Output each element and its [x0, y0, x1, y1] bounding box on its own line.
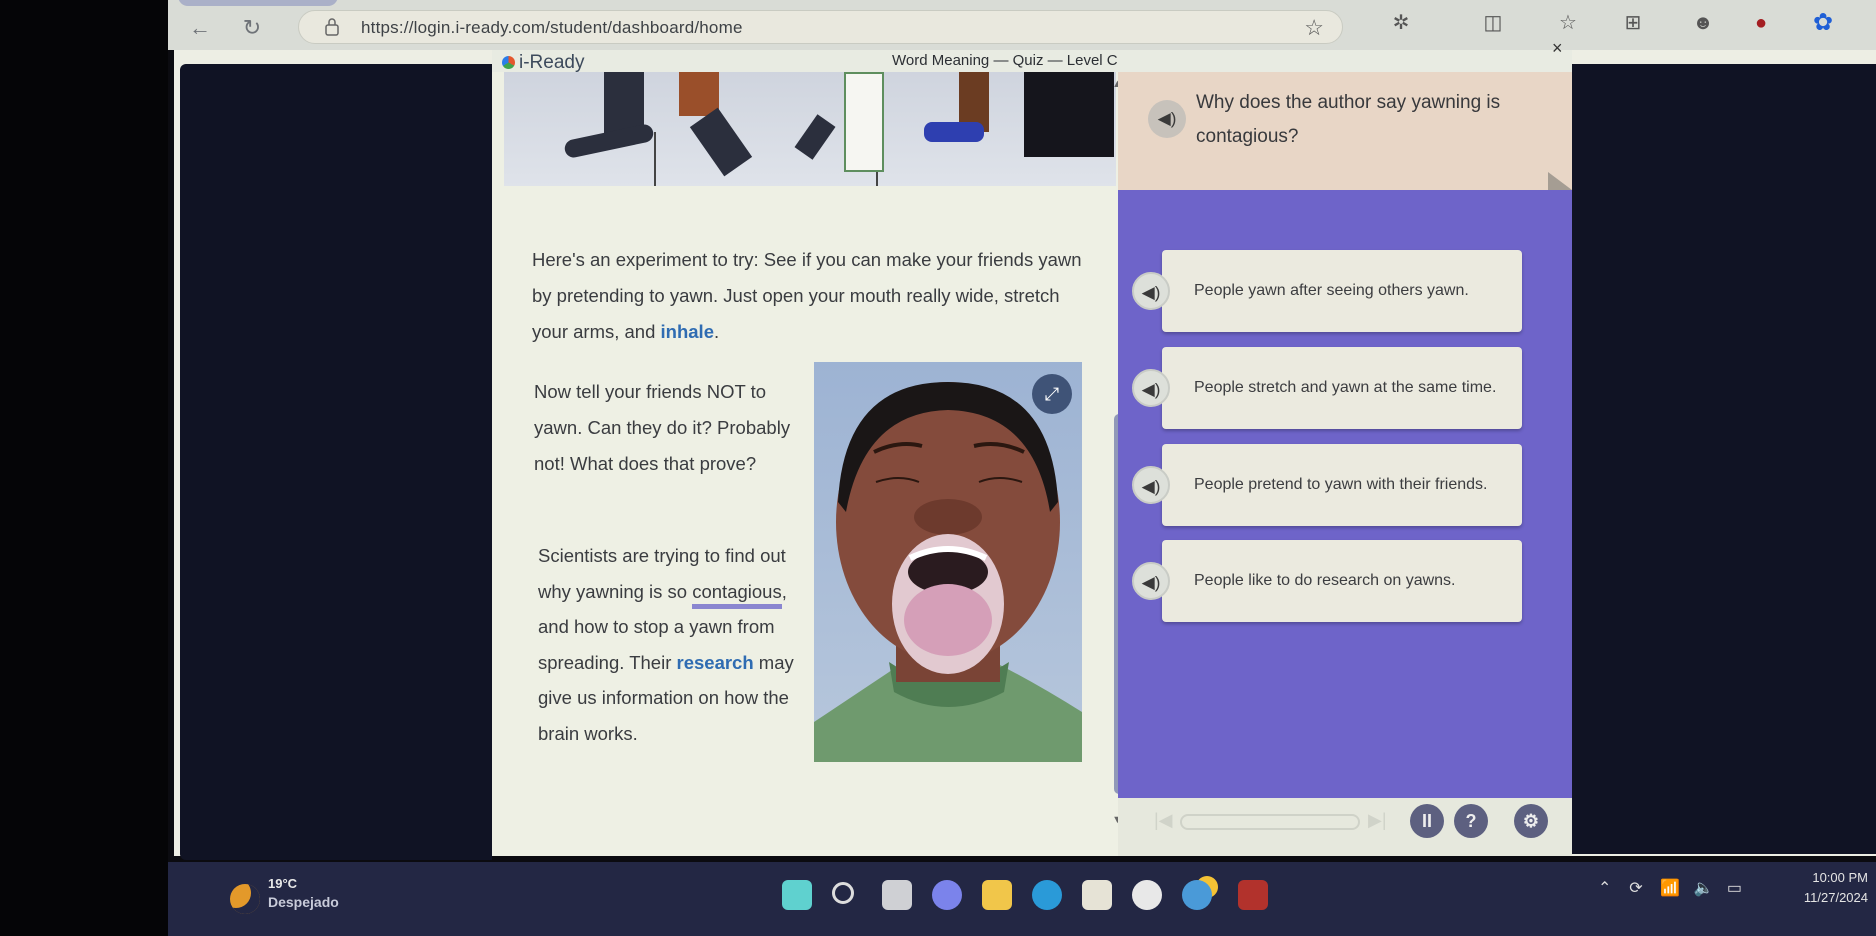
answer-text: People yawn after seeing others yawn. [1194, 282, 1469, 299]
player-controls: |◀ ▶| II ? ⚙ [1118, 798, 1572, 856]
paragraph-1: Here's an experiment to try: See if you … [532, 242, 1092, 350]
sync-icon[interactable]: ⟳ [1629, 880, 1642, 897]
logo-text: i-Ready [519, 52, 585, 73]
question-panel: ◀) Why does the author say yawning is co… [1118, 72, 1572, 798]
reading-passage: Here's an experiment to try: See if you … [492, 72, 1124, 856]
wifi-icon[interactable]: 📶 [1660, 880, 1680, 897]
speaker-icon[interactable]: ◀) [1148, 100, 1186, 138]
paragraph-text: . [714, 321, 720, 342]
store-icon[interactable] [1082, 880, 1112, 910]
answer-text: People stretch and yawn at the same time… [1194, 379, 1497, 396]
question-stem: ◀) Why does the author say yawning is co… [1118, 72, 1572, 190]
answer-text: People pretend to yawn with their friend… [1194, 476, 1488, 493]
help-button[interactable]: ? [1454, 804, 1488, 838]
quiz-title: Word Meaning — Quiz — Level C [892, 52, 1118, 69]
answer-text: People like to do research on yawns. [1194, 572, 1456, 589]
expand-image-icon[interactable]: ⤢ [1032, 374, 1072, 414]
collections-icon[interactable]: ⊞ [1618, 8, 1648, 38]
left-margin [180, 64, 492, 860]
paragraph-3: Scientists are trying to find out why ya… [538, 538, 808, 751]
tips-icon[interactable] [1182, 880, 1212, 910]
pause-button[interactable]: II [1410, 804, 1444, 838]
paragraph-2: Now tell your friends NOT to yawn. Can t… [534, 381, 791, 474]
passage-illustration-top [504, 72, 1116, 186]
close-button[interactable]: × [1552, 38, 1563, 59]
logo-icon [502, 56, 515, 69]
edge-browser-icon[interactable] [1032, 880, 1062, 910]
temperature[interactable]: 19°C [268, 876, 297, 891]
yawning-face-drawing [814, 382, 1082, 762]
favorites-icon[interactable]: ☆ [1553, 8, 1583, 38]
yawning-person-illustration: ⤢ [814, 362, 1082, 762]
highlighted-word-contagious: contagious [692, 580, 782, 609]
windows-taskbar: 19°C Despejado ⌃ ⟳ 📶 🔈 ▭ 10:00 PM 11/27/… [168, 862, 1876, 936]
vocab-word-inhale[interactable]: inhale [661, 321, 714, 342]
search-icon[interactable] [832, 882, 854, 904]
kindle-app-icon[interactable] [1132, 880, 1162, 910]
lock-icon [325, 18, 339, 36]
speaker-icon[interactable]: ◀) [1132, 562, 1170, 600]
reload-icon[interactable]: ↻ [238, 14, 266, 42]
answer-choice-2[interactable]: ◀) People stretch and yawn at the same t… [1132, 347, 1522, 429]
answer-choice-4[interactable]: ◀) People like to do research on yawns. [1132, 540, 1522, 622]
chevron-up-icon[interactable]: ⌃ [1598, 880, 1611, 897]
volume-icon[interactable]: 🔈 [1694, 880, 1714, 897]
file-explorer-icon[interactable] [982, 880, 1012, 910]
speaker-icon[interactable]: ◀) [1132, 369, 1170, 407]
weather-condition[interactable]: Despejado [268, 894, 339, 910]
browser-toolbar: ← ↻ https://login.i-ready.com/student/da… [168, 0, 1876, 50]
system-tray: ⌃ ⟳ 📶 🔈 ▭ [1598, 878, 1742, 898]
task-view-icon[interactable] [882, 880, 912, 910]
app-header: i-Ready Word Meaning — Quiz — Level C [492, 50, 1572, 74]
bookmark-star-icon[interactable]: ☆ [1304, 15, 1324, 41]
answer-choice-1[interactable]: ◀) People yawn after seeing others yawn. [1132, 250, 1522, 332]
speaker-icon[interactable]: ◀) [1132, 272, 1170, 310]
question-text: Why does the author say yawning is conta… [1196, 92, 1501, 147]
screen: ← ↻ https://login.i-ready.com/student/da… [168, 0, 1876, 936]
right-margin [1572, 64, 1876, 854]
copilot-icon[interactable]: ✿ [1808, 8, 1838, 38]
iready-logo: i-Ready [502, 52, 584, 74]
address-bar[interactable]: https://login.i-ready.com/student/dashbo… [298, 10, 1343, 44]
speaker-icon[interactable]: ◀) [1132, 466, 1170, 504]
extensions-icon[interactable]: ✲ [1386, 8, 1416, 38]
teams-chat-icon[interactable] [932, 880, 962, 910]
answer-choice-3[interactable]: ◀) People pretend to yawn with their fri… [1132, 444, 1522, 526]
iready-app: i-Ready Word Meaning — Quiz — Level C × … [174, 38, 1876, 860]
split-screen-icon[interactable]: ◫ [1478, 8, 1508, 38]
clock-date[interactable]: 11/27/2024 [1758, 890, 1868, 905]
browser-tab[interactable] [178, 0, 338, 6]
profile-icon[interactable]: ☻ [1688, 8, 1718, 38]
paragraph-text: Here's an experiment to try: See if you … [532, 249, 1082, 342]
vocab-word-research[interactable]: research [677, 652, 754, 673]
page-curl [1548, 172, 1572, 190]
settings-button[interactable]: ⚙ [1514, 804, 1548, 838]
url-text[interactable]: https://login.i-ready.com/student/dashbo… [361, 18, 743, 38]
back-icon[interactable]: ← [186, 14, 214, 42]
notification-badge-icon[interactable]: ● [1746, 8, 1776, 38]
clock-time[interactable]: 10:00 PM [1758, 870, 1868, 885]
progress-bar [1180, 814, 1360, 830]
skip-forward-icon[interactable]: ▶| [1368, 810, 1387, 831]
skip-back-icon[interactable]: |◀ [1154, 810, 1173, 831]
mcafee-icon[interactable] [1238, 880, 1268, 910]
battery-icon[interactable]: ▭ [1727, 880, 1742, 897]
moon-weather-icon[interactable] [230, 884, 260, 914]
start-icon[interactable] [782, 880, 812, 910]
